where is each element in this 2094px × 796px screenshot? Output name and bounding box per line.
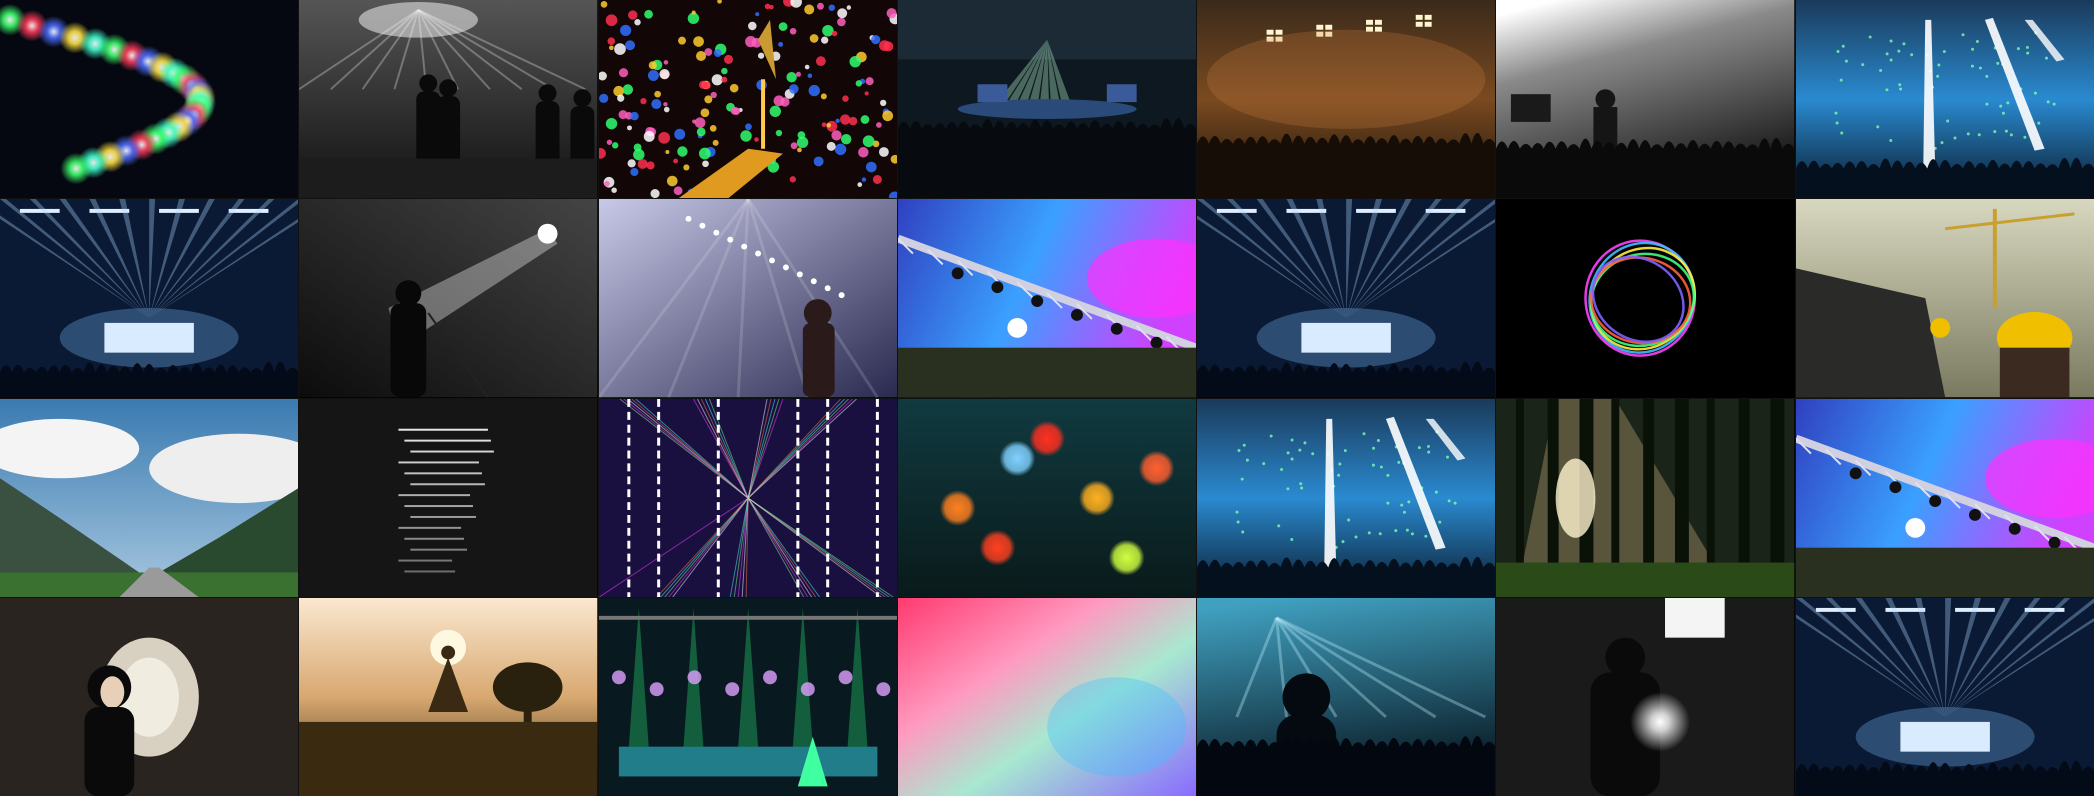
photo-tile-teal-concert-crowd bbox=[1197, 597, 1496, 796]
photo-bw-concert-silhouettes bbox=[299, 0, 598, 199]
photo-bw-man-light bbox=[1496, 597, 1795, 796]
photo-tile-neon-laser-lines bbox=[598, 398, 897, 597]
photo-tile-forest-sunbeam bbox=[1496, 398, 1795, 597]
photo-colorful-dots-ornament bbox=[598, 0, 897, 199]
photo-mountain-road-clouds bbox=[0, 398, 299, 597]
photo-blue-beam-stage bbox=[1197, 199, 1496, 398]
photo-tile-rain-bokeh-lights bbox=[897, 398, 1197, 597]
photo-tile-blue-laser-stage bbox=[1795, 0, 2094, 199]
photo-tile-woman-tunnel bbox=[0, 597, 299, 796]
photo-tile-blue-beam-stage bbox=[0, 199, 299, 398]
photo-neon-laser-lines bbox=[598, 398, 897, 597]
photo-tile-blue-laser-stage bbox=[1197, 398, 1496, 597]
photo-light-painting-circle bbox=[1496, 199, 1795, 398]
photo-singer-tent-lights bbox=[598, 199, 897, 398]
photo-tile-construction-worker-crane bbox=[1795, 199, 2094, 398]
photo-tile-light-painting-circle bbox=[1496, 199, 1795, 398]
photo-bw-singer-spotlight bbox=[299, 199, 598, 398]
photo-bokeh-string-lights bbox=[0, 0, 299, 199]
photo-blue-beam-stage bbox=[1795, 597, 2094, 796]
photo-construction-worker-crane bbox=[1795, 199, 2094, 398]
photo-grid bbox=[0, 0, 2094, 796]
photo-purple-truss-lights bbox=[897, 199, 1197, 398]
photo-blue-laser-stage bbox=[1197, 398, 1496, 597]
photo-tile-sunset-field-woman bbox=[299, 597, 598, 796]
photo-tile-bw-singer-spotlight bbox=[299, 199, 598, 398]
photo-concert-phone-crowd bbox=[1496, 0, 1795, 199]
photo-purple-truss-lights bbox=[1795, 398, 2094, 597]
photo-tile-mountain-road-clouds bbox=[0, 398, 299, 597]
photo-sunset-field-woman bbox=[299, 597, 598, 796]
photo-tile-green-stage-lanterns bbox=[598, 597, 897, 796]
photo-tile-arena-stage-crowd bbox=[897, 0, 1197, 199]
photo-tile-blue-beam-stage bbox=[1795, 597, 2094, 796]
photo-pastel-gradient bbox=[897, 597, 1197, 796]
photo-tile-purple-truss-lights bbox=[1795, 398, 2094, 597]
photo-forest-sunbeam bbox=[1496, 398, 1795, 597]
photo-tile-bw-concert-silhouettes bbox=[299, 0, 598, 199]
photo-tile-bw-man-light bbox=[1496, 597, 1795, 796]
photo-dark-light-stripes bbox=[299, 398, 598, 597]
photo-tile-colorful-dots-ornament bbox=[598, 0, 897, 199]
photo-blue-beam-stage bbox=[0, 199, 299, 398]
photo-tile-singer-tent-lights bbox=[598, 199, 897, 398]
photo-tile-warm-stage-lights-band bbox=[1197, 0, 1496, 199]
photo-rain-bokeh-lights bbox=[897, 398, 1197, 597]
photo-teal-concert-crowd bbox=[1197, 597, 1496, 796]
photo-green-stage-lanterns bbox=[598, 597, 897, 796]
photo-tile-pastel-gradient bbox=[897, 597, 1197, 796]
photo-woman-tunnel bbox=[0, 597, 299, 796]
photo-warm-stage-lights-band bbox=[1197, 0, 1496, 199]
photo-arena-stage-crowd bbox=[897, 0, 1197, 199]
photo-tile-purple-truss-lights bbox=[897, 199, 1197, 398]
photo-blue-laser-stage bbox=[1795, 0, 2094, 199]
photo-tile-concert-phone-crowd bbox=[1496, 0, 1795, 199]
photo-tile-bokeh-string-lights bbox=[0, 0, 299, 199]
photo-tile-dark-light-stripes bbox=[299, 398, 598, 597]
photo-tile-blue-beam-stage bbox=[1197, 199, 1496, 398]
